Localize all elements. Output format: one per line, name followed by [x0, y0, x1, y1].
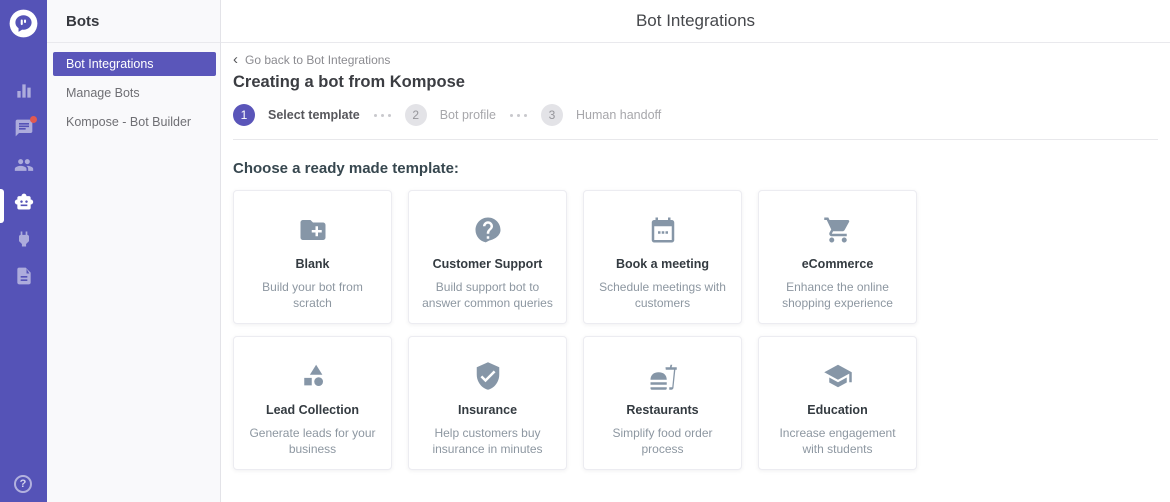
template-card-title: Lead Collection	[265, 403, 360, 417]
stepper-step[interactable]: 3 Human handoff	[541, 104, 661, 126]
helpcenter-icon[interactable]	[14, 266, 34, 286]
fastfood-icon	[648, 361, 678, 391]
template-card-description: Schedule meetings with customers	[599, 280, 726, 310]
page-title: Creating a bot from Kompose	[233, 73, 465, 91]
template-grid: Blank Build your bot from scratch Custom…	[233, 190, 1158, 470]
help-icon[interactable]: ?	[14, 475, 32, 493]
conversations-icon[interactable]	[14, 116, 37, 138]
sidebar-item-manage-bots[interactable]: Manage Bots	[47, 80, 220, 105]
template-card[interactable]: Lead Collection Generate leads for your …	[233, 336, 392, 470]
go-back-link[interactable]: ‹ Go back to Bot Integrations	[233, 51, 1158, 68]
stepper-step[interactable]: 2 Bot profile	[404, 104, 496, 126]
shield-check-icon	[473, 361, 503, 391]
divider	[233, 139, 1158, 140]
step-label: Human handoff	[576, 108, 662, 122]
template-card-title: Book a meeting	[615, 257, 710, 271]
template-card-description: Enhance the online shopping experience	[782, 280, 893, 310]
bots-sidebar: Bots Bot Integrations Manage Bots Kompos…	[47, 0, 221, 502]
template-card-description: Simplify food order process	[612, 426, 713, 456]
step-number: 1	[233, 104, 255, 126]
template-card-description: Build support bot to answer common queri…	[422, 280, 553, 310]
integrations-icon[interactable]	[14, 229, 34, 249]
template-card[interactable]: eCommerce Enhance the online shopping ex…	[758, 190, 917, 324]
template-card-title: Restaurants	[626, 403, 699, 417]
sidebar-menu: Bot Integrations Manage Bots Kompose - B…	[47, 43, 220, 134]
notification-badge	[29, 116, 37, 123]
shapes-icon	[298, 361, 328, 391]
template-card-title: Blank	[295, 257, 330, 271]
template-card[interactable]: Book a meeting Schedule meetings with cu…	[583, 190, 742, 324]
step-separator-dots	[510, 113, 527, 117]
chevron-left-icon: ‹	[233, 51, 238, 68]
template-card-title: eCommerce	[801, 257, 874, 271]
template-card-title: Education	[807, 403, 868, 417]
step-label: Bot profile	[439, 108, 496, 122]
shopping-cart-icon	[823, 215, 853, 245]
template-card-description: Help customers buy insurance in minutes	[432, 426, 543, 456]
page-header: Bot Integrations	[221, 0, 1170, 43]
template-card-description: Generate leads for your business	[249, 426, 376, 456]
section-title: Choose a ready made template:	[233, 160, 459, 177]
template-card[interactable]: Restaurants Simplify food order process	[583, 336, 742, 470]
header-title: Bot Integrations	[635, 11, 756, 30]
sidebar-item-kompose-bot-builder[interactable]: Kompose - Bot Builder	[47, 109, 220, 134]
kommunicate-logo-icon[interactable]	[9, 9, 38, 38]
step-label: Select template	[268, 108, 360, 122]
nav-rail: ?	[0, 0, 47, 502]
go-back-label: Go back to Bot Integrations	[245, 53, 391, 67]
stepper: 1 Select template 2 Bot profile 3 Human …	[233, 104, 1158, 126]
folder-plus-icon	[298, 215, 328, 245]
rail-icon-list	[0, 81, 47, 286]
step-separator-dots	[373, 113, 391, 117]
main-content: ‹ Go back to Bot Integrations Creating a…	[221, 44, 1170, 502]
graduation-cap-icon	[823, 361, 853, 391]
template-card-title: Customer Support	[432, 257, 543, 271]
sidebar-item-bot-integrations[interactable]: Bot Integrations	[53, 52, 216, 76]
calendar-icon	[648, 215, 678, 245]
template-card-description: Build your bot from scratch	[262, 280, 363, 310]
contacts-icon[interactable]	[14, 155, 34, 175]
bot-icon[interactable]	[14, 192, 34, 212]
stepper-step[interactable]: 1 Select template	[233, 104, 360, 126]
template-card-description: Increase engagement with students	[779, 426, 896, 456]
step-number: 2	[404, 104, 427, 126]
template-card[interactable]: Insurance Help customers buy insurance i…	[408, 336, 567, 470]
template-card[interactable]: Education Increase engagement with stude…	[758, 336, 917, 470]
template-card[interactable]: Blank Build your bot from scratch	[233, 190, 392, 324]
help-circle-icon	[473, 215, 503, 245]
template-card-title: Insurance	[457, 403, 518, 417]
template-card[interactable]: Customer Support Build support bot to an…	[408, 190, 567, 324]
analytics-icon[interactable]	[14, 81, 34, 101]
sidebar-title: Bots	[47, 0, 220, 43]
step-number: 3	[541, 104, 563, 126]
